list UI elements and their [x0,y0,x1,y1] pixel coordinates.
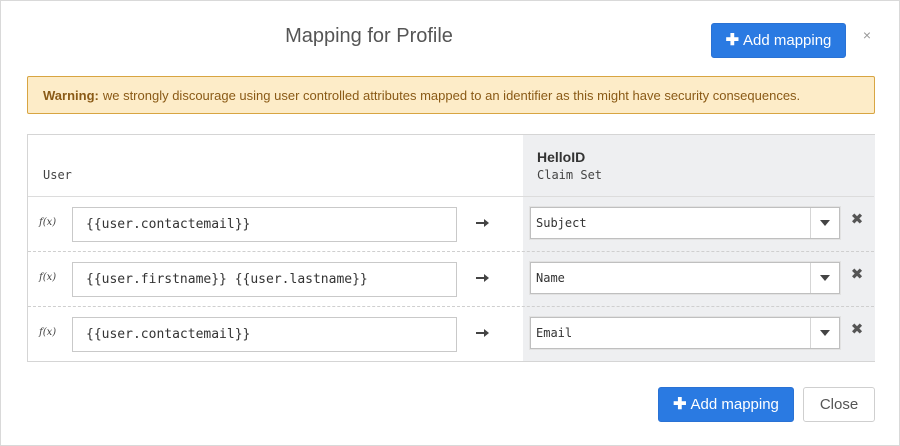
function-icon: f(x) [39,217,57,228]
modal-title: Mapping for Profile [285,25,453,47]
mapping-modal: Mapping for Profile ✚ Add mapping × Warn… [0,0,900,446]
add-mapping-button-bottom[interactable]: ✚ Add mapping [658,387,794,422]
arrow-right-icon [476,274,489,282]
chevron-down-icon [820,220,830,226]
warning-text: we strongly discourage using user contro… [102,87,801,103]
claim-select[interactable]: Subject [530,207,840,239]
claim-set-column-header: Claim Set [537,168,603,182]
select-divider [810,263,811,293]
expression-input[interactable]: {{user.firstname}} {{user.lastname}} [72,262,457,297]
arrow-right-icon [476,219,489,227]
close-icon[interactable]: × [859,27,875,43]
warning-label: Warning: [43,87,99,103]
plus-icon: ✚ [725,31,739,49]
select-divider [810,208,811,238]
claim-select-value: Subject [536,216,587,230]
delete-icon[interactable]: ✖ [850,267,864,283]
function-icon: f(x) [39,327,57,338]
user-column-header: User [43,168,72,182]
delete-icon[interactable]: ✖ [850,322,864,338]
chevron-down-icon [820,330,830,336]
add-mapping-label: Add mapping [743,32,832,49]
add-mapping-button-top[interactable]: ✚ Add mapping [711,23,846,58]
mapping-row: f(x) {{user.contactemail}} Email ✖ [28,307,874,362]
warning-alert: Warning: we strongly discourage using us… [27,76,875,114]
mapping-row: f(x) {{user.firstname}} {{user.lastname}… [28,252,874,307]
chevron-down-icon [820,275,830,281]
delete-icon[interactable]: ✖ [850,212,864,228]
expression-input[interactable]: {{user.contactemail}} [72,207,457,242]
claim-select[interactable]: Name [530,262,840,294]
mapping-table: User HelloID Claim Set f(x) {{user.conta… [27,134,875,362]
claim-select-value: Name [536,271,565,285]
add-mapping-label: Add mapping [690,396,779,413]
function-icon: f(x) [39,272,57,283]
expression-input[interactable]: {{user.contactemail}} [72,317,457,352]
mapping-row: f(x) {{user.contactemail}} Subject ✖ [28,197,874,252]
plus-icon: ✚ [673,395,687,413]
helloid-column-header: HelloID [537,149,586,165]
arrow-right-icon [476,329,489,337]
close-button[interactable]: Close [803,387,875,422]
claim-select[interactable]: Email [530,317,840,349]
select-divider [810,318,811,348]
claim-select-value: Email [536,326,573,340]
